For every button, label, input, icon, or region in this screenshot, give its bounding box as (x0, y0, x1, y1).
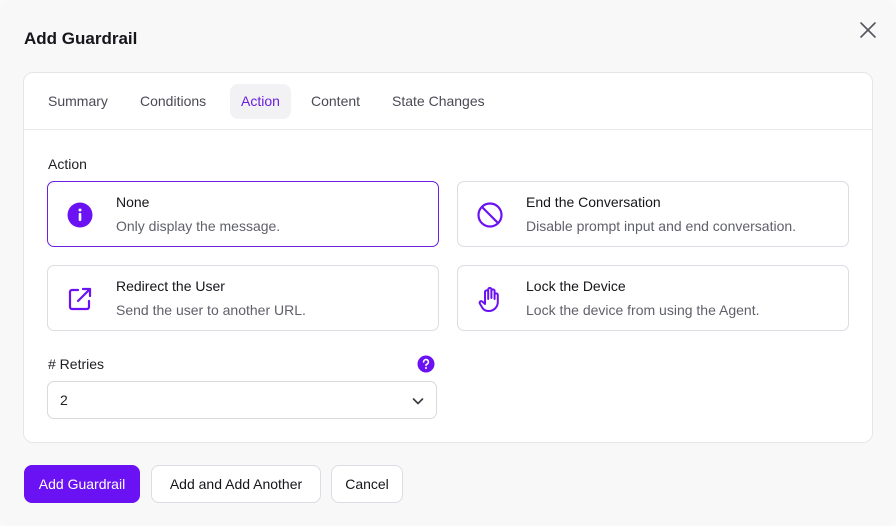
add-and-add-another-button[interactable]: Add and Add Another (151, 465, 321, 503)
option-title: None (116, 194, 150, 210)
tab-conditions[interactable]: Conditions (129, 84, 217, 119)
tab-state-changes[interactable]: State Changes (381, 84, 496, 119)
modal-title: Add Guardrail (24, 29, 138, 48)
add-guardrail-button[interactable]: Add Guardrail (24, 465, 140, 503)
action-option-end-conversation[interactable]: End the Conversation Disable prompt inpu… (457, 181, 849, 247)
retries-select[interactable]: 2 (47, 381, 437, 419)
option-description: Only display the message. (116, 218, 281, 234)
action-section-label: Action (48, 156, 87, 172)
option-description: Send the user to another URL. (116, 302, 306, 318)
tab-bar: Summary Conditions Action Content State … (24, 73, 872, 130)
option-title: Redirect the User (116, 278, 225, 294)
close-icon (860, 22, 876, 38)
guardrail-form-panel: Summary Conditions Action Content State … (23, 72, 873, 443)
retries-label: # Retries (48, 356, 105, 372)
action-option-redirect-user[interactable]: Redirect the User Send the user to anoth… (47, 265, 439, 331)
action-option-none[interactable]: None Only display the message. (47, 181, 439, 247)
tab-content[interactable]: Content (300, 84, 371, 119)
option-description: Disable prompt input and end conversatio… (526, 218, 797, 234)
hand-icon (478, 286, 499, 312)
option-title: End the Conversation (526, 194, 661, 210)
info-icon (67, 202, 93, 228)
tab-summary[interactable]: Summary (37, 84, 119, 119)
external-link-icon (68, 287, 92, 311)
block-icon (477, 202, 503, 228)
tab-action[interactable]: Action (230, 84, 291, 119)
help-icon[interactable] (417, 355, 435, 373)
close-button[interactable] (856, 18, 880, 42)
option-description: Lock the device from using the Agent. (526, 302, 760, 318)
option-title: Lock the Device (526, 278, 626, 294)
cancel-button[interactable]: Cancel (331, 465, 403, 503)
chevron-down-icon (412, 398, 424, 405)
add-guardrail-modal: Add Guardrail Summary Conditions Action … (0, 0, 896, 526)
retries-select-value: 2 (60, 392, 68, 408)
action-option-lock-device[interactable]: Lock the Device Lock the device from usi… (457, 265, 849, 331)
